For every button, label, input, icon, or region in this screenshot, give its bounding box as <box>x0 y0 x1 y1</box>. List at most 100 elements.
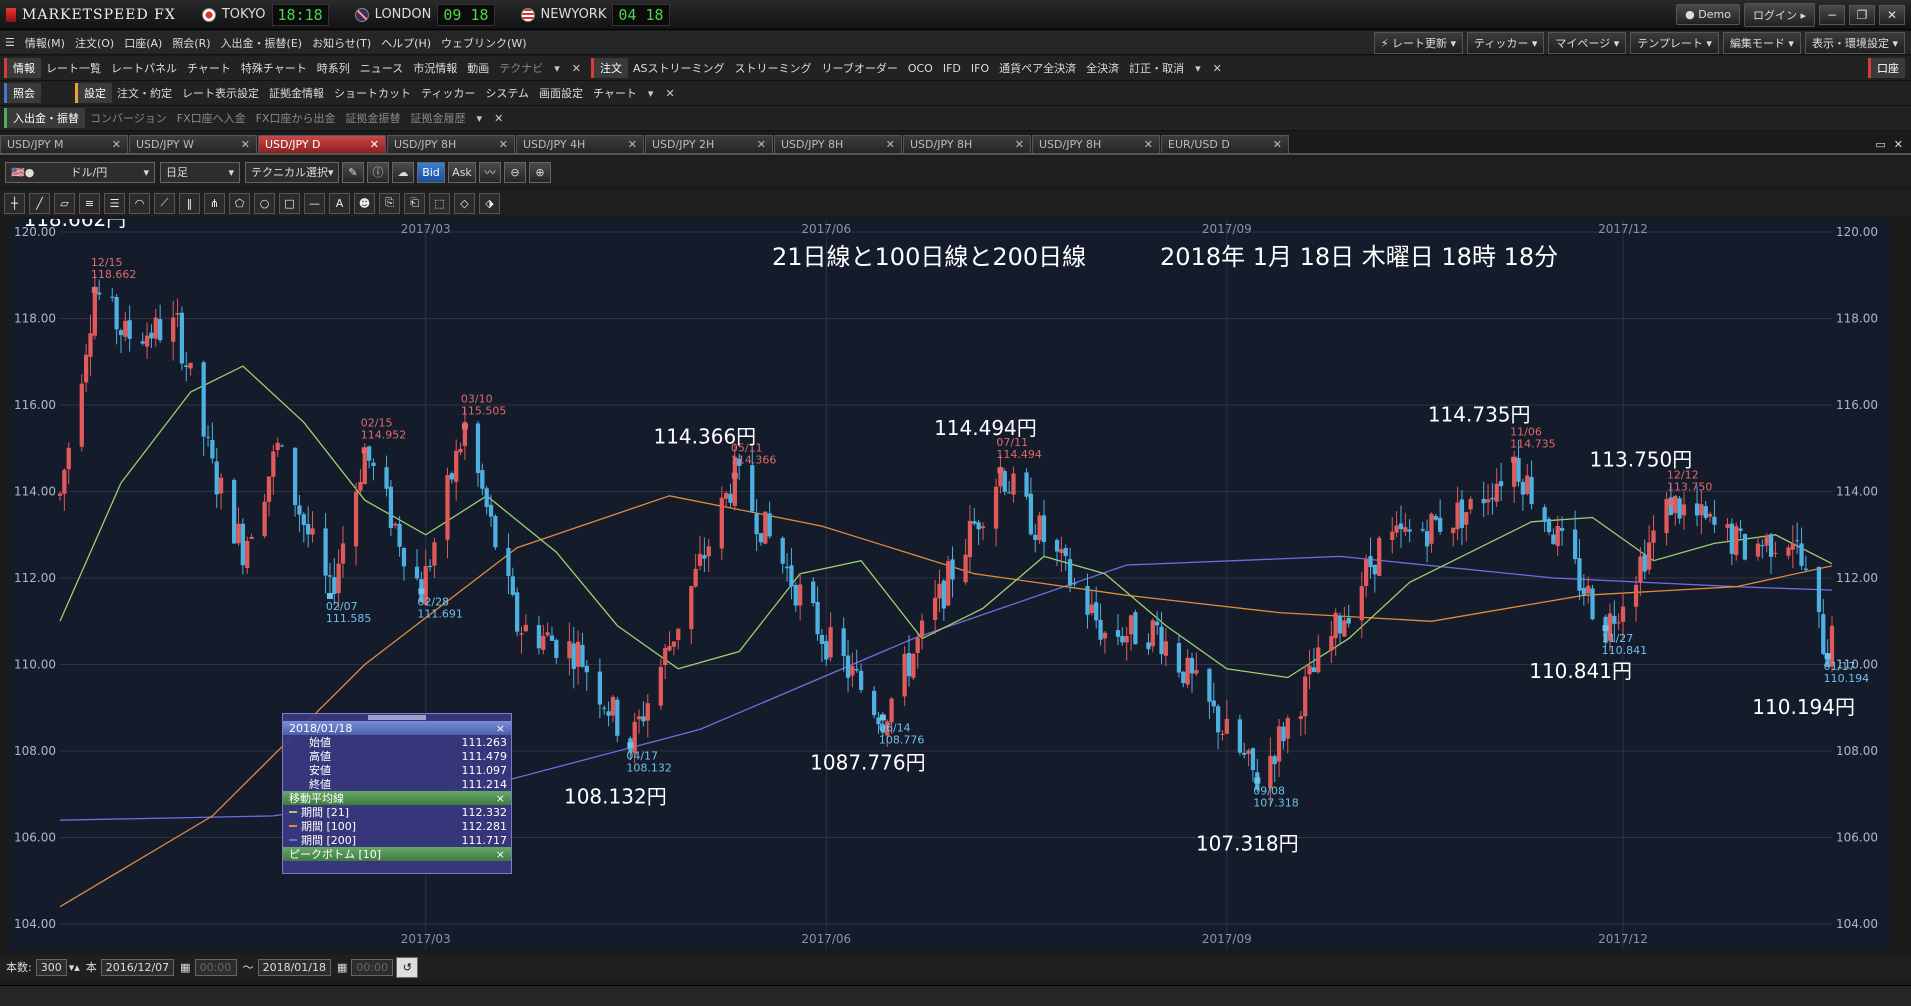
tab-close-icon[interactable]: ✕ <box>628 138 637 151</box>
toolbar-margin-history[interactable]: 証拠金履歴 <box>406 110 471 126</box>
tab-close-icon[interactable]: ✕ <box>886 138 895 151</box>
tab-close-icon[interactable]: ✕ <box>757 138 766 151</box>
from-date-input[interactable]: 2016/12/07 <box>100 958 175 976</box>
toolbar-technavi[interactable]: テクナビ <box>494 60 548 76</box>
toolbar-ifd[interactable]: IFD <box>938 62 966 75</box>
toolbar-oco[interactable]: OCO <box>903 62 938 75</box>
paste-icon[interactable]: ⎗ <box>404 192 425 214</box>
toolbar-rate-display[interactable]: レート表示設定 <box>177 85 264 101</box>
tab-close-icon[interactable]: ✕ <box>499 138 508 151</box>
toolbar-chart-settings[interactable]: チャート <box>588 85 642 101</box>
toolbar-as-streaming[interactable]: ASストリーミング <box>628 60 730 76</box>
toolbar-pair-settle[interactable]: 通貨ペア全決済 <box>994 60 1081 76</box>
zoom-in-icon[interactable]: ⊕ <box>529 161 551 183</box>
eraser-icon[interactable]: ◇ <box>454 192 475 214</box>
toolbar-shortcut[interactable]: ショートカット <box>329 85 416 101</box>
toolbar-modify-cancel[interactable]: 訂正・取消 <box>1124 60 1189 76</box>
from-time-input[interactable]: 00:00 <box>194 958 237 976</box>
menu-notice[interactable]: お知らせ(T) <box>307 35 376 51</box>
toolbar-settings-head[interactable]: 設定 <box>75 83 112 103</box>
toolbar-chart[interactable]: チャート <box>182 60 236 76</box>
calendar-icon[interactable]: ▦ <box>337 961 347 974</box>
copy-icon[interactable]: ⎘ <box>379 192 400 214</box>
toolbar-ticker[interactable]: ティッカー <box>416 85 480 101</box>
toolbar-account-head[interactable]: 口座 <box>1868 58 1905 78</box>
tab-close-icon[interactable]: ✕ <box>241 138 250 151</box>
toolbar-dropdown-icon[interactable]: ▾ <box>642 87 660 100</box>
menu-inquiry[interactable]: 照会(R) <box>167 35 215 51</box>
toolbar-dropdown-icon[interactable]: ▾ <box>471 112 489 125</box>
cloud-icon[interactable]: ☁ <box>392 161 414 183</box>
toolbar-inquiry-head[interactable]: 照会 <box>4 83 41 103</box>
ma-close-icon[interactable]: × <box>496 792 505 805</box>
tab-usdjpy-m[interactable]: USD/JPY M ✕ <box>0 135 128 153</box>
toolbar-special-chart[interactable]: 特殊チャート <box>236 60 312 76</box>
technical-select[interactable]: テクニカル選択 ▾ <box>245 161 339 183</box>
toolbar-margin-info[interactable]: 証拠金情報 <box>264 85 329 101</box>
tab-close-icon[interactable]: ✕ <box>1273 138 1282 151</box>
rate-update-button[interactable]: ⚡ レート更新 ▾ <box>1373 31 1464 54</box>
info-close-icon[interactable]: × <box>496 722 505 735</box>
toolbar-close-icon[interactable]: ✕ <box>659 87 680 100</box>
tab-usdjpy-8h[interactable]: USD/JPY 8H ✕ <box>387 135 515 153</box>
toolbar-market-info[interactable]: 市況情報 <box>408 60 462 76</box>
gann-icon[interactable]: ⟋ <box>154 192 175 214</box>
toolbar-streaming[interactable]: ストリーミング <box>730 60 817 76</box>
line-icon[interactable]: — <box>304 192 325 214</box>
close-icon[interactable]: ✕ <box>1879 4 1905 25</box>
calendar-icon[interactable]: ▦ <box>180 961 190 974</box>
window-restore-icon[interactable]: ▭ <box>1875 138 1885 151</box>
toolbar-video[interactable]: 動画 <box>462 60 494 76</box>
ask-button[interactable]: Ask <box>448 161 476 183</box>
ruler-icon[interactable]: ▱ <box>54 192 75 214</box>
circle-icon[interactable]: ○ <box>254 192 275 214</box>
erase-all-icon[interactable]: ⬗ <box>479 192 500 214</box>
menu-weblink[interactable]: ウェブリンク(W) <box>436 35 531 51</box>
template-button[interactable]: テンプレート ▾ <box>1630 31 1719 54</box>
tab-usdjpy-4h[interactable]: USD/JPY 4H ✕ <box>516 135 644 153</box>
menu-account[interactable]: 口座(A) <box>119 35 167 51</box>
toolbar-deposit-head[interactable]: 入出金・振替 <box>4 108 85 128</box>
tab-close-icon[interactable]: ✕ <box>1015 138 1024 151</box>
vlines-icon[interactable]: ‖ <box>179 192 200 214</box>
to-time-input[interactable]: 00:00 <box>351 958 394 976</box>
tab-usdjpy-8h-2[interactable]: USD/JPY 8H ✕ <box>774 135 902 153</box>
menu-toggle-icon[interactable]: ☰ <box>0 36 20 49</box>
ohlc-info-box[interactable]: 2018/01/18 × 始値 111.263 高値 111.479 安値 111.09… <box>282 713 512 874</box>
count-input[interactable]: 300 <box>35 958 67 976</box>
toolbar-close-icon[interactable]: ✕ <box>566 62 587 75</box>
menu-help[interactable]: ヘルプ(H) <box>376 35 436 51</box>
info-icon[interactable]: ⓘ <box>367 161 389 183</box>
tab-close-icon[interactable]: ✕ <box>1144 138 1153 151</box>
toolbar-info-head[interactable]: 情報 <box>4 58 41 78</box>
minimize-icon[interactable]: − <box>1819 4 1845 25</box>
toolbar-timeseries[interactable]: 時系列 <box>312 60 355 76</box>
peak-close-icon[interactable]: × <box>496 848 505 861</box>
pair-select[interactable]: 🇺🇸● ドル/円 ▾ <box>5 161 155 183</box>
toolbar-order-exec[interactable]: 注文・約定 <box>112 85 177 101</box>
toolbar-rate-panel[interactable]: レートパネル <box>106 60 182 76</box>
mypage-button[interactable]: マイページ ▾ <box>1548 31 1627 54</box>
toolbar-leave-order[interactable]: リーブオーダー <box>817 60 903 76</box>
window-close-icon[interactable]: ✕ <box>1894 138 1903 151</box>
bid-button[interactable]: Bid <box>417 161 445 183</box>
toolbar-close-icon[interactable]: ✕ <box>1207 62 1228 75</box>
demo-button[interactable]: ● Demo <box>1676 4 1740 25</box>
refresh-icon[interactable]: ↺ <box>396 956 419 978</box>
toolbar-ifo[interactable]: IFO <box>966 62 994 75</box>
tab-usdjpy-w[interactable]: USD/JPY W ✕ <box>129 135 257 153</box>
tab-close-icon[interactable]: ✕ <box>112 138 121 151</box>
timeframe-select[interactable]: 日足 ▾ <box>160 161 240 183</box>
rectangle-icon[interactable]: □ <box>279 192 300 214</box>
toolbar-dropdown-icon[interactable]: ▾ <box>548 62 566 75</box>
toolbar-news[interactable]: ニュース <box>355 60 408 76</box>
toolbar-dropdown-icon[interactable]: ▾ <box>1189 62 1207 75</box>
toolbar-order-head[interactable]: 注文 <box>590 58 628 78</box>
tab-usdjpy-8h-3[interactable]: USD/JPY 8H ✕ <box>903 135 1031 153</box>
select-icon[interactable]: ⬚ <box>429 192 450 214</box>
toolbar-system[interactable]: システム <box>480 85 534 101</box>
wave-icon[interactable]: 〰 <box>479 161 501 183</box>
to-date-input[interactable]: 2018/01/18 <box>257 958 331 976</box>
text-icon[interactable]: A <box>329 192 350 214</box>
ticker-button[interactable]: ティッカー ▾ <box>1467 31 1545 54</box>
